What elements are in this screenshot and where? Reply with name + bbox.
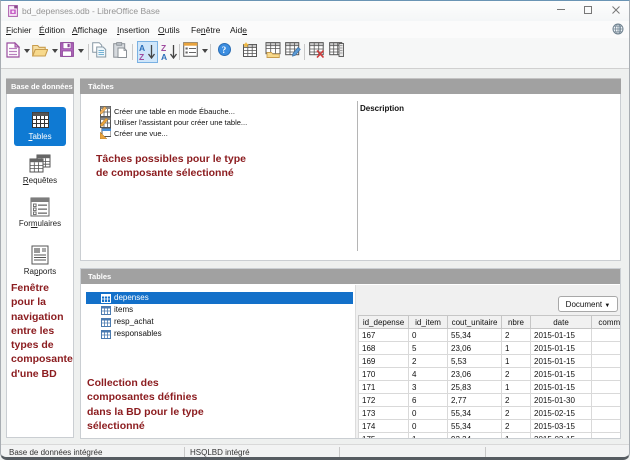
svg-text:Z: Z [139,52,144,61]
svg-text:A: A [161,52,167,61]
svg-text:?: ? [222,45,227,55]
